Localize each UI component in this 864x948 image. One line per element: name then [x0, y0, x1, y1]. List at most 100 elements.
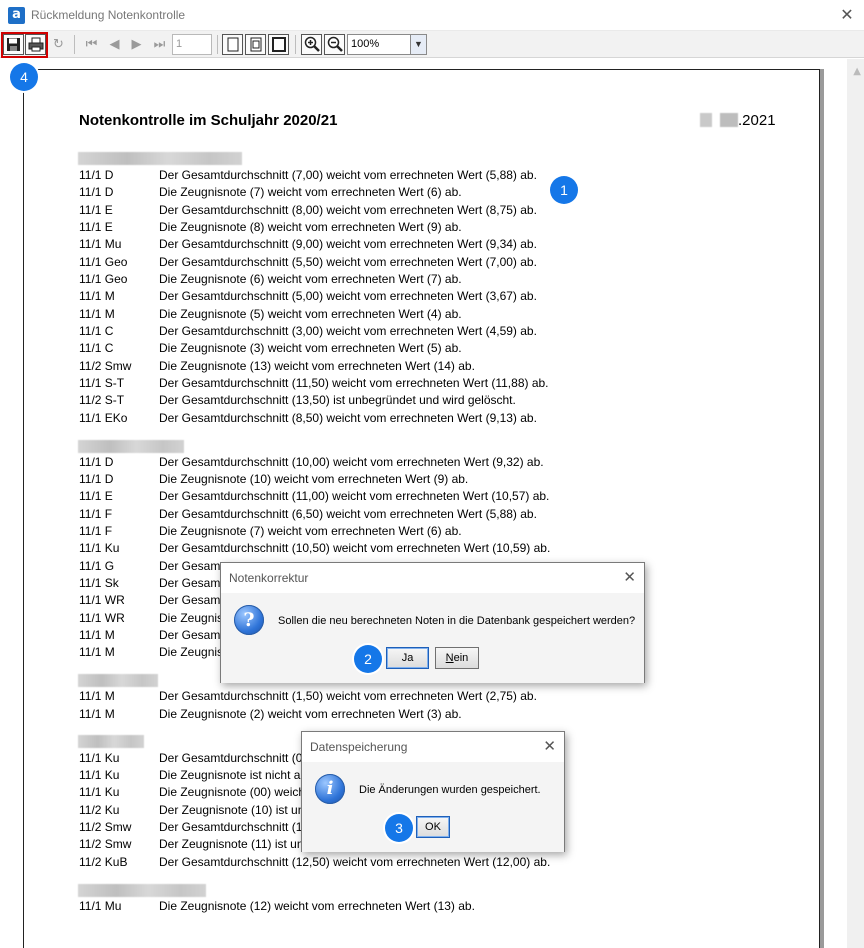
row-subject: 11/1 M [79, 707, 115, 721]
zoom-select[interactable]: 100% ▼ [347, 34, 427, 55]
yes-button[interactable]: Ja [386, 647, 429, 669]
row-message: Der Gesamtdurchschnitt (11,50) weicht vo… [159, 376, 549, 390]
dialog-message: Sollen die neu berechneten Noten in die … [278, 615, 636, 627]
correction-dialog: Notenkorrektur ✕ ? Sollen die neu berech… [220, 562, 645, 683]
no-button[interactable]: Nein [435, 647, 479, 669]
group-heading [78, 733, 144, 751]
zoom-in-icon [304, 36, 320, 52]
row-subject: 11/1 G [79, 559, 115, 573]
table-row: 11/2 Smw Der Gesamtdurchschnitt (1 [79, 819, 302, 835]
table-row: 11/1 Geo Der Gesamtdurchschnitt (5,50) we… [79, 254, 537, 270]
next-page-button[interactable]: ▶ [126, 34, 147, 55]
row-subject: 11/1 D [79, 455, 114, 469]
table-row: 11/1 C Der Gesamtdurchschnitt (3,00) weic… [79, 323, 537, 339]
row-subject: 11/1 Ku [79, 751, 120, 765]
save-print-highlight [1, 32, 48, 58]
row-subject: 11/1 D [79, 168, 114, 182]
zoom-out-button[interactable] [324, 34, 345, 55]
refresh-button[interactable]: ↻ [48, 34, 69, 55]
row-message: Der Zeugnisnote (11) ist un [159, 837, 304, 851]
scroll-up-icon[interactable]: ▲ [853, 66, 861, 77]
previous-icon: ◀ [109, 37, 120, 52]
callout-badge-2: 2 [354, 645, 382, 673]
close-icon[interactable]: ✕ [543, 737, 556, 755]
row-subject: 11/1 C [79, 324, 114, 338]
table-row: 11/1 S-T Der Gesamtdurchschnitt (11,50) w… [79, 375, 549, 391]
row-subject: 11/1 Geo [79, 272, 128, 286]
dialog-title: Notenkorrektur [229, 571, 309, 585]
row-message: Die Zeugnisnote (5) weicht vom errechnet… [159, 307, 462, 321]
row-message: Die Zeugnisnote (3) weicht vom errechnet… [159, 341, 462, 355]
first-page-button[interactable]: ⏮ [81, 34, 102, 55]
last-page-button[interactable]: ⏭ [149, 34, 170, 55]
row-subject: 11/1 EKo [79, 411, 128, 425]
table-row: 11/2 KuB Der Gesamtdurchschnitt (12,50) w… [79, 854, 550, 870]
title-bar: a Rückmeldung Notenkontrolle ✕ [0, 0, 864, 31]
ok-button[interactable]: OK [416, 816, 450, 838]
row-subject: 11/1 M [79, 289, 115, 303]
toolbar-separator [217, 35, 218, 54]
refresh-icon: ↻ [53, 37, 64, 52]
row-message: Die Zeugnisnote (12) weicht vom errechne… [159, 899, 475, 913]
row-subject: 11/1 S-T [79, 376, 125, 390]
table-row: 11/1 Ku Die Zeugnisnote ist nicht a [79, 767, 300, 783]
no-button-mnemonic: N [445, 652, 454, 664]
table-row: 11/1 WR Der Gesamt [79, 592, 224, 608]
redacted-name [78, 735, 144, 749]
row-message: Der Zeugnisnote (10) ist un [159, 803, 305, 817]
table-row: 11/1 C Die Zeugnisnote (3) weicht vom err… [79, 340, 462, 356]
row-message: Die Zeugnisnote (7) weicht vom errechnet… [159, 524, 462, 538]
row-message: Die Zeugnis [159, 611, 224, 625]
first-page-icon: ⏮ [85, 37, 98, 52]
row-subject: 11/1 D [79, 185, 114, 199]
row-message: Die Zeugnisnote (7) weicht vom errechnet… [159, 185, 462, 199]
close-icon[interactable]: ✕ [836, 5, 858, 25]
row-subject: 11/1 E [79, 203, 113, 217]
toolbar-separator [295, 35, 296, 54]
vertical-scrollbar[interactable] [847, 59, 864, 948]
callout-badge-3: 3 [385, 814, 413, 842]
dialog-message: Die Änderungen wurden gespeichert. [359, 784, 541, 796]
redacted-name [78, 674, 158, 688]
zoom-value: 100% [351, 38, 380, 50]
row-message: Der Gesamtdurchschnitt (1,50) weicht vom… [159, 689, 537, 703]
row-subject: 11/1 Geo [79, 255, 128, 269]
redacted-name [78, 884, 206, 898]
table-row: 11/2 Ku Der Zeugnisnote (10) ist un [79, 802, 304, 818]
whole-page-button[interactable] [268, 34, 289, 55]
row-subject: 11/1 Mu [79, 237, 122, 251]
table-row: 11/1 D Der Gesamtdurchschnitt (7,00) weic… [79, 167, 537, 183]
row-subject: 11/1 E [79, 489, 113, 503]
table-row: 11/1 M Die Zeugnisnote (5) weicht vom err… [79, 306, 462, 322]
zoom-in-button[interactable] [301, 34, 322, 55]
row-message: Die Zeugnisnote ist nicht a [159, 768, 301, 782]
row-subject: 11/1 M [79, 689, 115, 703]
row-message: Die Zeugnisnote (00) weich [159, 785, 306, 799]
table-row: 11/1 M Die Zeugnis [79, 644, 223, 660]
previous-page-button[interactable]: ◀ [104, 34, 125, 55]
no-button-label: ein [453, 652, 469, 664]
report-title: Notenkontrolle im Schuljahr 2020/21 [79, 112, 338, 129]
chevron-down-icon[interactable]: ▼ [410, 35, 426, 54]
row-message: Die Zeugnisnote (13) weicht vom errechne… [159, 359, 475, 373]
row-subject: 11/1 C [79, 341, 114, 355]
table-row: 11/1 D Der Gesamtdurchschnitt (10,00) wei… [79, 454, 544, 470]
single-page-button[interactable] [222, 34, 243, 55]
page-width-icon [250, 37, 261, 52]
report-date-year: .2021 [738, 112, 776, 129]
page-width-button[interactable] [245, 34, 266, 55]
table-row: 11/1 D Die Zeugnisnote (7) weicht vom err… [79, 184, 462, 200]
page-number-input[interactable]: 1 [172, 34, 212, 55]
table-row: 11/1 F Die Zeugnisnote (7) weicht vom err… [79, 523, 462, 539]
row-subject: 11/1 WR [79, 611, 125, 625]
close-icon[interactable]: ✕ [623, 568, 636, 586]
row-subject: 11/2 Ku [79, 803, 120, 817]
row-subject: 11/2 Smw [79, 359, 132, 373]
row-message: Der Gesamtdurchschnitt (6,50) weicht vom… [159, 507, 537, 521]
table-row: 11/1 Geo Die Zeugnisnote (6) weicht vom e… [79, 271, 462, 287]
row-subject: 11/1 M [79, 307, 115, 321]
table-row: 11/1 E Der Gesamtdurchschnitt (11,00) wei… [79, 488, 549, 504]
table-row: 11/2 S-T Der Gesamtdurchschnitt (13,50) i… [79, 392, 516, 408]
table-row: 11/1 EKo Der Gesamtdurchschnitt (8,50) we… [79, 410, 537, 426]
row-message: Der Gesamtdurchschnitt (1 [159, 820, 303, 834]
